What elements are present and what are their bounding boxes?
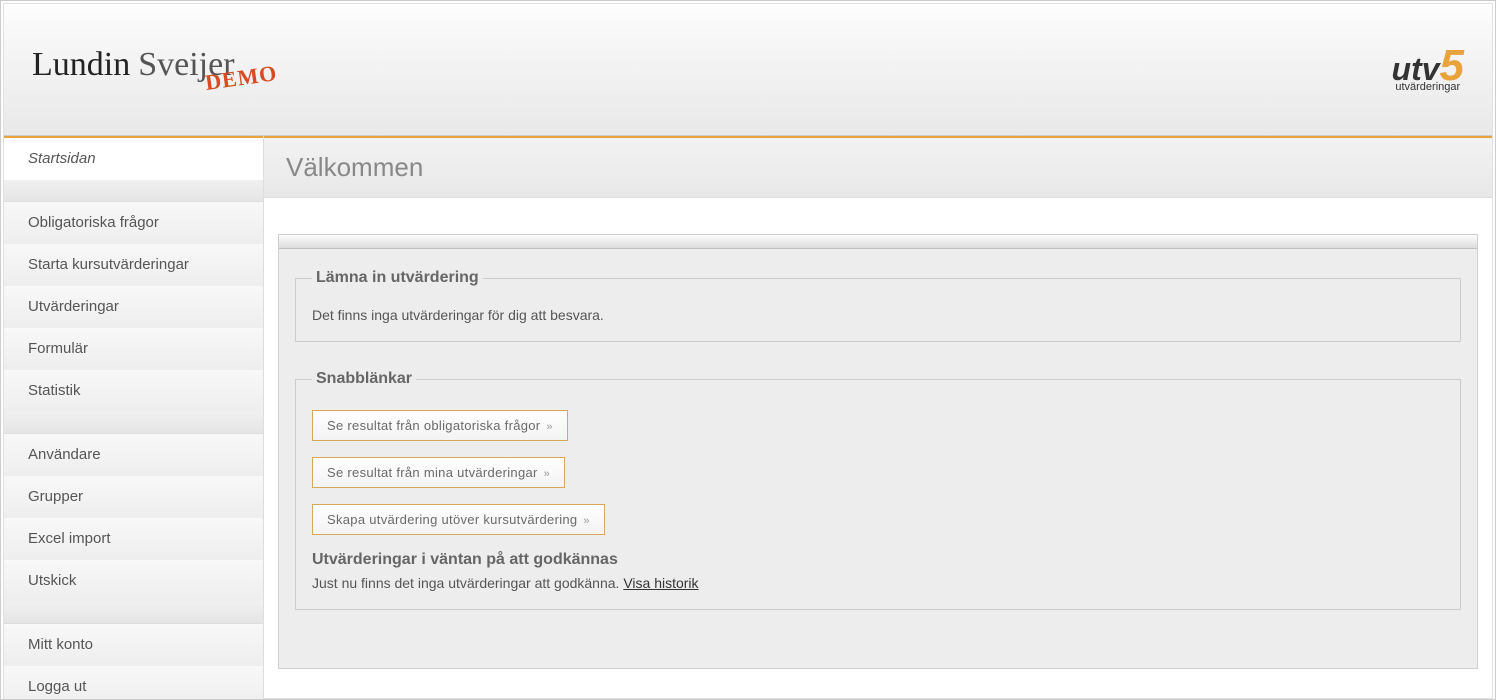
nav-grupper[interactable]: Grupper — [4, 476, 263, 518]
content-box: Lämna in utvärdering Det finns inga utvä… — [278, 234, 1478, 669]
content-box-header — [279, 235, 1477, 249]
app-inner: Lundin Sveijer DEMO utv5 utvärderingar S… — [3, 3, 1493, 699]
submit-evaluation-text: Det finns inga utvärderingar för dig att… — [312, 307, 1444, 323]
chevron-right-icon: » — [583, 515, 589, 527]
nav-mitt-konto[interactable]: Mitt konto — [4, 624, 263, 666]
pending-approvals-message: Just nu finns det inga utvärderingar att… — [312, 575, 623, 591]
logo-subtitle: utvärderingar — [1392, 81, 1464, 93]
body-area: Startsidan Obligatoriska frågor Starta k… — [4, 136, 1492, 698]
quicklink-obligatory-results-button[interactable]: Se resultat från obligatoriska frågor » — [312, 410, 568, 441]
quicklink-label: Skapa utvärdering utöver kursutvärdering — [327, 512, 577, 527]
nav-utvarderingar[interactable]: Utvärderingar — [4, 286, 263, 328]
chevron-right-icon: » — [544, 468, 550, 480]
content-inner: Lämna in utvärdering Det finns inga utvä… — [279, 249, 1477, 668]
quicklinks-legend: Snabblänkar — [312, 370, 416, 388]
nav-startsidan[interactable]: Startsidan — [4, 136, 263, 180]
nav-separator — [4, 602, 263, 624]
header: Lundin Sveijer DEMO utv5 utvärderingar — [4, 4, 1492, 136]
logo-utv: utv5 — [1392, 46, 1464, 86]
logo-right: utv5 utvärderingar — [1392, 46, 1464, 94]
show-history-link[interactable]: Visa historik — [623, 575, 698, 591]
quicklink-create-evaluation-button[interactable]: Skapa utvärdering utöver kursutvärdering… — [312, 504, 605, 535]
submit-evaluation-panel: Lämna in utvärdering Det finns inga utvä… — [295, 269, 1461, 342]
nav-starta-kursutvarderingar[interactable]: Starta kursutvärderingar — [4, 244, 263, 286]
nav-formular[interactable]: Formulär — [4, 328, 263, 370]
content: Lämna in utvärdering Det finns inga utvä… — [264, 198, 1492, 698]
main-title-bar: Välkommen — [264, 136, 1492, 198]
sidebar: Startsidan Obligatoriska frågor Starta k… — [4, 136, 264, 698]
nav-logga-ut[interactable]: Logga ut — [4, 666, 263, 700]
logo-word-1: Lundin — [32, 46, 130, 84]
quicklink-label: Se resultat från mina utvärderingar — [327, 465, 538, 480]
quicklink-label: Se resultat från obligatoriska frågor — [327, 418, 540, 433]
quicklinks-panel: Snabblänkar Se resultat från obligatoris… — [295, 370, 1461, 610]
chevron-right-icon: » — [546, 421, 552, 433]
nav-anvandare[interactable]: Användare — [4, 434, 263, 476]
page-title: Välkommen — [286, 152, 1470, 183]
nav-obligatoriska-fragor[interactable]: Obligatoriska frågor — [4, 202, 263, 244]
logo-left: Lundin Sveijer DEMO — [32, 46, 307, 84]
app-frame: Lundin Sveijer DEMO utv5 utvärderingar S… — [0, 0, 1496, 700]
nav-statistik[interactable]: Statistik — [4, 370, 263, 412]
pending-approvals-text: Just nu finns det inga utvärderingar att… — [312, 575, 1444, 591]
pending-approvals-heading: Utvärderingar i väntan på att godkännas — [312, 551, 1444, 569]
nav-separator — [4, 412, 263, 434]
nav-separator — [4, 180, 263, 202]
submit-evaluation-legend: Lämna in utvärdering — [312, 269, 483, 287]
nav-utskick[interactable]: Utskick — [4, 560, 263, 602]
quicklink-my-evaluations-button[interactable]: Se resultat från mina utvärderingar » — [312, 457, 565, 488]
nav-excel-import[interactable]: Excel import — [4, 518, 263, 560]
main: Välkommen Lämna in utvärdering Det finns… — [264, 136, 1492, 698]
